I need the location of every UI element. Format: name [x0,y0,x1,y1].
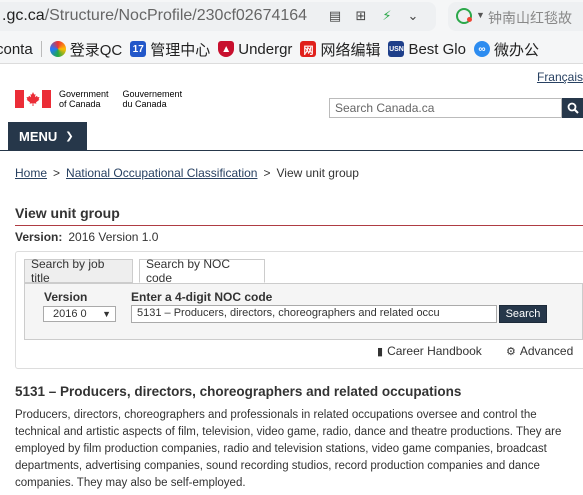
gov-name-en: Government of Canada [59,89,109,109]
address-bar[interactable]: .gc.ca/Structure/NocProfile/230cf0267416… [0,2,436,31]
noc-code-input[interactable]: 5131 – Producers, directors, choreograph… [131,305,497,323]
bookmark-item[interactable]: USN Best Glo [388,41,466,58]
government-of-canada-logo[interactable]: Government of Canada Gouvernement du Canad… [15,89,182,109]
unit-group-title: 5131 – Producers, directors, choreograph… [15,384,462,399]
chevron-down-icon[interactable]: ▼ [476,10,485,20]
tab-search-by-noc-code[interactable]: Search by NOC code [139,257,265,285]
gov-name-fr: Gouvernement du Canada [122,89,183,109]
canada-flag-icon [15,90,51,108]
menu-button[interactable]: MENU ❯ [8,122,87,151]
bookmark-item[interactable]: 17 管理中心 [130,39,210,60]
noc-code-label: Enter a 4-digit NOC code [131,290,273,304]
reader-mode-icon[interactable]: ▤ [327,8,343,24]
browser-search-text: 钟南山红毯故 [488,10,572,26]
search-engine-icon [456,8,472,24]
career-handbook-link[interactable]: ▮ Career Handbook [377,344,482,358]
site-search-input[interactable]: Search Canada.ca [329,98,562,118]
bookmark-item[interactable]: conta [0,41,33,58]
breadcrumb-current: View unit group [276,166,359,180]
bookmark-item[interactable]: ∞ 微办公 [473,39,539,60]
page-title: View unit group [15,205,120,221]
grid-icon[interactable]: ⊞ [353,8,369,24]
bookmark-item[interactable]: 网网络编辑 [300,39,380,60]
browser-chrome: .gc.ca/Structure/NocProfile/230cf0267416… [0,0,583,64]
chevron-down-icon[interactable]: ⌄ [405,8,421,24]
dropdown-arrow-icon: ▼ [102,309,111,319]
bookmark-item[interactable]: 登录QC [49,39,122,60]
colorful-circle-icon [49,41,66,57]
number-17-icon: 17 [130,41,147,57]
advanced-search-link[interactable]: ⚙ Advanced [506,344,573,358]
usnews-icon: USN [388,41,405,57]
search-icon [567,102,579,114]
menu-divider [0,150,583,151]
browser-search-box[interactable]: ▼ 钟南山红毯故 [448,2,583,31]
bookmark-divider [40,41,42,57]
url-text: .gc.ca/Structure/NocProfile/230cf0267416… [2,7,308,24]
noc-search-button[interactable]: Search [499,305,547,323]
bookmark-item[interactable]: ▲ Undergr [218,41,292,58]
address-bar-icons: ▤ ⊞ ⚡ ⌄ [327,8,421,24]
language-toggle-link[interactable]: Français [537,70,583,84]
lightning-icon[interactable]: ⚡ [379,8,395,24]
gear-icon: ⚙ [506,345,516,358]
site-search-button[interactable] [562,98,583,118]
network-editor-icon: 网 [300,41,317,57]
breadcrumb-home-link[interactable]: Home [15,166,47,180]
breadcrumb-noc-link[interactable]: National Occupational Classification [66,166,257,180]
shield-icon: ▲ [218,41,235,57]
title-rule [15,225,583,226]
unit-group-description: Producers, directors, choreographers and… [15,409,562,489]
version-select-label: Version [44,290,88,304]
bookmarks-bar: conta 登录QC 17管理中心 ▲Undergr 网网络编辑 USNBest… [0,38,583,60]
chevron-down-icon: ❯ [65,131,74,142]
tab-search-by-job-title[interactable]: Search by job title [24,257,133,285]
book-icon: ▮ [377,345,384,358]
version-line: Version: 2016 Version 1.0 [15,230,159,244]
version-value: 2016 Version 1.0 [68,230,159,244]
cloud-icon: ∞ [473,41,490,57]
breadcrumb: Home > National Occupational Classificatio… [15,166,359,180]
version-select[interactable]: 2016 0 ▼ [43,306,116,322]
